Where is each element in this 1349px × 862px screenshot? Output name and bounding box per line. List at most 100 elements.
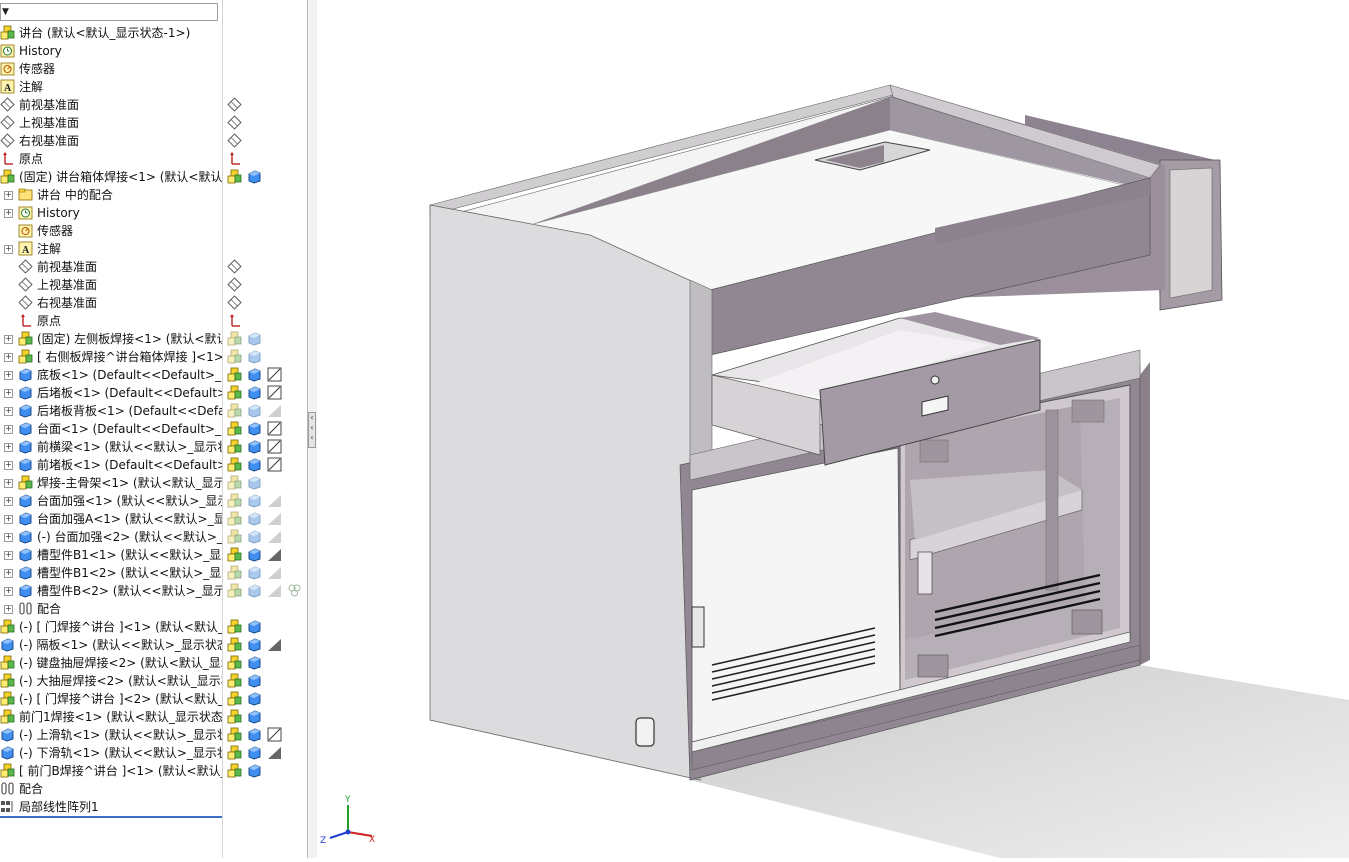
tree-node[interactable]: + A 注解 xyxy=(0,240,307,258)
collapse-panel-handle[interactable]: ‹ ‹ ‹ xyxy=(308,412,316,448)
expand-toggle-icon[interactable]: + xyxy=(4,371,13,380)
tree-node[interactable]: 局部线性阵列1 xyxy=(0,798,307,816)
tree-node-label: 注解 xyxy=(37,242,62,256)
tree-node[interactable]: (固定) 讲台箱体焊接<1> (默认<默认_ xyxy=(0,168,307,186)
tree-node[interactable]: 前视基准面 xyxy=(0,258,307,276)
part-icon xyxy=(247,439,262,454)
part-icon xyxy=(247,691,262,706)
part-icon xyxy=(18,439,33,454)
tree-node[interactable]: 右视基准面 xyxy=(0,132,307,150)
part-icon xyxy=(247,367,262,382)
tree-node[interactable]: + (固定) 左侧板焊接<1> (默认<默认 xyxy=(0,330,307,348)
tree-node-label: 前门1焊接<1> (默认<默认_显示状态- xyxy=(19,710,222,724)
part-icon xyxy=(18,511,33,526)
expand-toggle-icon[interactable]: + xyxy=(4,209,13,218)
tree-node[interactable]: + 后堵板<1> (Default<<Default>_ xyxy=(0,384,307,402)
tree-node[interactable]: + History xyxy=(0,204,307,222)
tree-node[interactable]: (-) 上滑轨<1> (默认<<默认>_显示状 xyxy=(0,726,307,744)
tree-node[interactable]: 前门1焊接<1> (默认<默认_显示状态- xyxy=(0,708,307,726)
subassembly-icon xyxy=(227,673,242,688)
tree-node[interactable]: + [ 右侧板焊接^讲台箱体焊接 ]<1> xyxy=(0,348,307,366)
expand-toggle-icon[interactable]: + xyxy=(4,407,13,416)
triad-x-label: X xyxy=(369,835,375,845)
tree-node-label: 右视基准面 xyxy=(19,134,80,148)
tree-node[interactable]: [ 前门B焊接^讲台 ]<1> (默认<默认_显 xyxy=(0,762,307,780)
tree-node[interactable]: 前视基准面 xyxy=(0,96,307,114)
expand-toggle-icon[interactable]: + xyxy=(4,353,13,362)
expand-toggle-icon[interactable]: + xyxy=(4,443,13,452)
expand-toggle-icon[interactable]: + xyxy=(4,605,13,614)
part-icon xyxy=(18,421,33,436)
sheet-icon xyxy=(267,547,282,562)
tree-node[interactable]: 传感器 xyxy=(0,60,307,78)
expand-toggle-icon[interactable]: + xyxy=(4,569,13,578)
tree-node[interactable]: + 台面加强A<1> (默认<<默认>_显 xyxy=(0,510,307,528)
tree-node[interactable]: + 后堵板背板<1> (Default<<Defau xyxy=(0,402,307,420)
tree-node[interactable]: History xyxy=(0,42,307,60)
part-icon xyxy=(247,421,262,436)
tree-node[interactable]: 右视基准面 xyxy=(0,294,307,312)
graphics-viewport[interactable]: Y X Z xyxy=(317,0,1349,858)
feature-manager-tree[interactable]: ▼ 讲台 (默认<默认_显示状态-1>) History 传感器 A 注解 前视基准面 上视… xyxy=(0,0,308,858)
expand-toggle-icon[interactable]: + xyxy=(4,335,13,344)
tree-node[interactable]: (-) 下滑轨<1> (默认<<默认>_显示状 xyxy=(0,744,307,762)
tree-node[interactable]: + 台面加强<1> (默认<<默认>_显示 xyxy=(0,492,307,510)
expand-toggle-icon[interactable]: + xyxy=(4,425,13,434)
part-faded-icon xyxy=(247,349,262,364)
part-icon xyxy=(18,493,33,508)
tree-node[interactable]: + 焊接-主骨架<1> (默认<默认_显示 xyxy=(0,474,307,492)
expand-toggle-icon[interactable]: + xyxy=(4,515,13,524)
tree-node[interactable]: + 槽型件B1<1> (默认<<默认>_显示 xyxy=(0,546,307,564)
tree-node[interactable]: 配合 xyxy=(0,780,307,798)
expand-toggle-icon[interactable]: + xyxy=(4,587,13,596)
expand-toggle-icon[interactable]: + xyxy=(4,245,13,254)
tree-node[interactable]: (-) 隔板<1> (默认<<默认>_显示状态 xyxy=(0,636,307,654)
expand-toggle-icon[interactable]: + xyxy=(4,551,13,560)
door-lock-left xyxy=(691,606,705,648)
plane-icon xyxy=(227,97,242,112)
tree-node[interactable]: 传感器 xyxy=(0,222,307,240)
part-icon xyxy=(18,547,33,562)
tree-node[interactable]: (-) [ 门焊接^讲台 ]<1> (默认<默认_显 xyxy=(0,618,307,636)
expand-toggle-icon[interactable]: + xyxy=(4,533,13,542)
filter-dropdown-icon[interactable]: ▼ xyxy=(2,4,9,20)
tree-filter-input[interactable]: ▼ xyxy=(0,3,218,21)
part-icon xyxy=(18,583,33,598)
part-faded-icon xyxy=(247,565,262,580)
tree-node-label: 槽型件B<2> (默认<<默认>_显示 xyxy=(37,584,222,598)
tree-node[interactable]: 讲台 (默认<默认_显示状态-1>) xyxy=(0,24,307,42)
tree-node[interactable]: + 底板<1> (Default<<Default>_Ph xyxy=(0,366,307,384)
subassembly-icon xyxy=(18,331,33,346)
tree-node[interactable]: 原点 xyxy=(0,150,307,168)
tree-node[interactable]: + 讲台 中的配合 xyxy=(0,186,307,204)
tree-node[interactable]: + 前横梁<1> (默认<<默认>_显示状 xyxy=(0,438,307,456)
part-icon xyxy=(247,673,262,688)
left-side-panel xyxy=(429,204,701,781)
tree-node-label: 上视基准面 xyxy=(37,278,98,292)
tree-node[interactable]: + (-) 台面加强<2> (默认<<默认>_显 xyxy=(0,528,307,546)
expand-toggle-icon[interactable]: + xyxy=(4,497,13,506)
tree-node[interactable]: + 槽型件B1<2> (默认<<默认>_显示 xyxy=(0,564,307,582)
subassembly-icon xyxy=(227,547,242,562)
tree-node[interactable]: (-) 大抽屉焊接<2> (默认<默认_显示状 xyxy=(0,672,307,690)
plane-icon xyxy=(227,133,242,148)
subassembly-icon xyxy=(227,421,242,436)
tree-node[interactable]: + 配合 xyxy=(0,600,307,618)
tree-node[interactable]: + 前堵板<1> (Default<<Default>_ xyxy=(0,456,307,474)
pattern-icon xyxy=(0,799,15,814)
expand-toggle-icon[interactable]: + xyxy=(4,479,13,488)
tree-node[interactable]: + 台面<1> (Default<<Default>_Ph xyxy=(0,420,307,438)
tree-node[interactable]: A 注解 xyxy=(0,78,307,96)
tree-node[interactable]: 上视基准面 xyxy=(0,114,307,132)
subassembly-icon xyxy=(0,619,15,634)
tree-node[interactable]: (-) [ 门焊接^讲台 ]<2> (默认<默认_显 xyxy=(0,690,307,708)
expand-toggle-icon[interactable]: + xyxy=(4,191,13,200)
tree-node[interactable]: 原点 xyxy=(0,312,307,330)
tree-node-label: History xyxy=(19,44,62,58)
tree-node[interactable]: + 槽型件B<2> (默认<<默认>_显示 xyxy=(0,582,307,600)
tree-node[interactable]: 上视基准面 xyxy=(0,276,307,294)
tree-node[interactable]: (-) 键盘抽屉焊接<2> (默认<默认_显示 xyxy=(0,654,307,672)
expand-toggle-icon[interactable]: + xyxy=(4,461,13,470)
sheet-faded-icon xyxy=(267,493,282,508)
expand-toggle-icon[interactable]: + xyxy=(4,389,13,398)
